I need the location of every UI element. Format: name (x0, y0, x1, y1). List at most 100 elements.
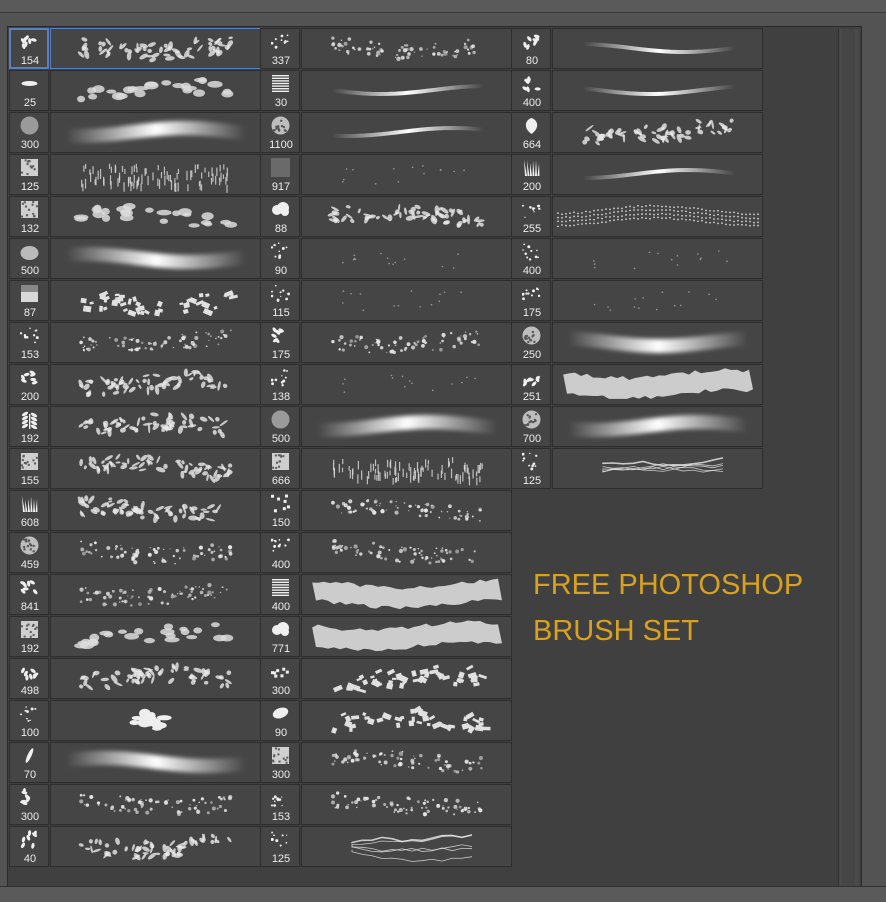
brush-stroke-preview[interactable] (50, 364, 261, 405)
brush-preset-item[interactable]: 87 (9, 280, 262, 322)
brush-stroke-preview[interactable] (552, 154, 763, 195)
brush-tip-thumbnail[interactable]: 138 (260, 364, 300, 405)
brush-preset-item[interactable]: 664 (511, 112, 764, 154)
brush-tip-thumbnail[interactable]: 200 (511, 154, 551, 195)
brush-stroke-preview[interactable] (50, 322, 261, 363)
brush-preset-item[interactable]: 200 (9, 364, 262, 406)
brush-stroke-preview[interactable] (552, 280, 763, 321)
brush-stroke-preview[interactable] (50, 28, 261, 69)
brush-preset-item[interactable]: 400 (511, 70, 764, 112)
brush-preset-item[interactable]: 700 (511, 406, 764, 448)
brush-preset-item[interactable]: 192 (9, 616, 262, 658)
brush-preset-item[interactable]: 300 (260, 742, 513, 784)
brush-preset-item[interactable]: 1100 (260, 112, 513, 154)
brush-preset-item[interactable]: 125 (511, 448, 764, 490)
brush-preset-item[interactable]: 771 (260, 616, 513, 658)
brush-stroke-preview[interactable] (50, 196, 261, 237)
brush-stroke-preview[interactable] (552, 448, 763, 489)
brush-preset-item[interactable]: 155 (9, 448, 262, 490)
brush-tip-thumbnail[interactable]: 500 (9, 238, 49, 279)
brush-preset-item[interactable]: 917 (260, 154, 513, 196)
brush-stroke-preview[interactable] (301, 196, 512, 237)
brush-stroke-preview[interactable] (50, 658, 261, 699)
brush-preset-item[interactable]: 251 (511, 364, 764, 406)
brush-tip-thumbnail[interactable]: 80 (511, 28, 551, 69)
brush-tip-thumbnail[interactable]: 400 (260, 532, 300, 573)
brush-tip-thumbnail[interactable]: 175 (260, 322, 300, 363)
brush-stroke-preview[interactable] (552, 238, 763, 279)
brush-tip-thumbnail[interactable]: 90 (260, 700, 300, 741)
brush-stroke-preview[interactable] (50, 280, 261, 321)
brush-tip-thumbnail[interactable]: 300 (260, 658, 300, 699)
brush-tip-thumbnail[interactable]: 192 (9, 406, 49, 447)
brush-stroke-preview[interactable] (301, 154, 512, 195)
brush-preset-item[interactable]: 500 (260, 406, 513, 448)
brush-stroke-preview[interactable] (301, 700, 512, 741)
brush-tip-thumbnail[interactable]: 153 (9, 322, 49, 363)
brush-tip-thumbnail[interactable]: 700 (511, 406, 551, 447)
brush-tip-thumbnail[interactable]: 400 (511, 70, 551, 111)
brush-stroke-preview[interactable] (552, 322, 763, 363)
brush-stroke-preview[interactable] (301, 322, 512, 363)
brush-preset-item[interactable]: 100 (9, 700, 262, 742)
brush-preset-item[interactable]: 192 (9, 406, 262, 448)
brush-tip-thumbnail[interactable]: 400 (260, 574, 300, 615)
brush-stroke-preview[interactable] (552, 406, 763, 447)
scrollbar-track[interactable] (842, 29, 855, 886)
brush-tip-thumbnail[interactable]: 664 (511, 112, 551, 153)
brush-preset-item[interactable]: 175 (511, 280, 764, 322)
brush-stroke-preview[interactable] (301, 658, 512, 699)
brush-preset-item[interactable]: 154 (9, 28, 262, 70)
brush-preset-item[interactable]: 175 (260, 322, 513, 364)
brush-stroke-preview[interactable] (552, 196, 763, 237)
brush-tip-thumbnail[interactable]: 400 (511, 238, 551, 279)
brush-preset-item[interactable]: 841 (9, 574, 262, 616)
brush-stroke-preview[interactable] (301, 532, 512, 573)
brush-tip-thumbnail[interactable]: 40 (9, 826, 49, 867)
brush-preset-item[interactable]: 300 (9, 784, 262, 826)
brush-tip-thumbnail[interactable]: 300 (9, 784, 49, 825)
brush-tip-thumbnail[interactable]: 1100 (260, 112, 300, 153)
brush-preset-item[interactable]: 115 (260, 280, 513, 322)
panel-scrollbar[interactable] (838, 29, 859, 886)
brush-tip-thumbnail[interactable]: 666 (260, 448, 300, 489)
brush-preset-item[interactable]: 337 (260, 28, 513, 70)
brush-stroke-preview[interactable] (301, 742, 512, 783)
brush-stroke-preview[interactable] (301, 112, 512, 153)
brush-tip-thumbnail[interactable]: 125 (9, 154, 49, 195)
brush-tip-thumbnail[interactable]: 125 (511, 448, 551, 489)
brush-tip-thumbnail[interactable]: 841 (9, 574, 49, 615)
brush-preset-item[interactable]: 30 (260, 70, 513, 112)
brush-stroke-preview[interactable] (552, 364, 763, 405)
brush-preset-item[interactable]: 300 (260, 658, 513, 700)
brush-stroke-preview[interactable] (301, 448, 512, 489)
brush-tip-thumbnail[interactable]: 125 (260, 826, 300, 867)
brush-tip-thumbnail[interactable]: 150 (260, 490, 300, 531)
brush-tip-thumbnail[interactable]: 498 (9, 658, 49, 699)
brush-preset-item[interactable]: 255 (511, 196, 764, 238)
brush-stroke-preview[interactable] (552, 28, 763, 69)
brush-tip-thumbnail[interactable]: 192 (9, 616, 49, 657)
brush-preset-item[interactable]: 125 (260, 826, 513, 868)
brush-tip-thumbnail[interactable]: 88 (260, 196, 300, 237)
brush-stroke-preview[interactable] (50, 112, 261, 153)
brush-tip-thumbnail[interactable]: 250 (511, 322, 551, 363)
brush-preset-item[interactable]: 608 (9, 490, 262, 532)
brush-tip-thumbnail[interactable]: 25 (9, 70, 49, 111)
brush-preset-item[interactable]: 400 (260, 532, 513, 574)
brush-stroke-preview[interactable] (301, 280, 512, 321)
brush-tip-thumbnail[interactable]: 87 (9, 280, 49, 321)
brush-tip-thumbnail[interactable]: 255 (511, 196, 551, 237)
brush-tip-thumbnail[interactable]: 154 (9, 28, 49, 69)
brush-stroke-preview[interactable] (50, 616, 261, 657)
brush-preset-item[interactable]: 153 (9, 322, 262, 364)
brush-preset-item[interactable]: 132 (9, 196, 262, 238)
brush-stroke-preview[interactable] (301, 490, 512, 531)
brush-tip-thumbnail[interactable]: 155 (9, 448, 49, 489)
brush-tip-thumbnail[interactable]: 500 (260, 406, 300, 447)
brush-preset-item[interactable]: 70 (9, 742, 262, 784)
brush-preset-item[interactable]: 153 (260, 784, 513, 826)
brush-stroke-preview[interactable] (301, 574, 512, 615)
brush-stroke-preview[interactable] (50, 784, 261, 825)
brush-stroke-preview[interactable] (50, 406, 261, 447)
